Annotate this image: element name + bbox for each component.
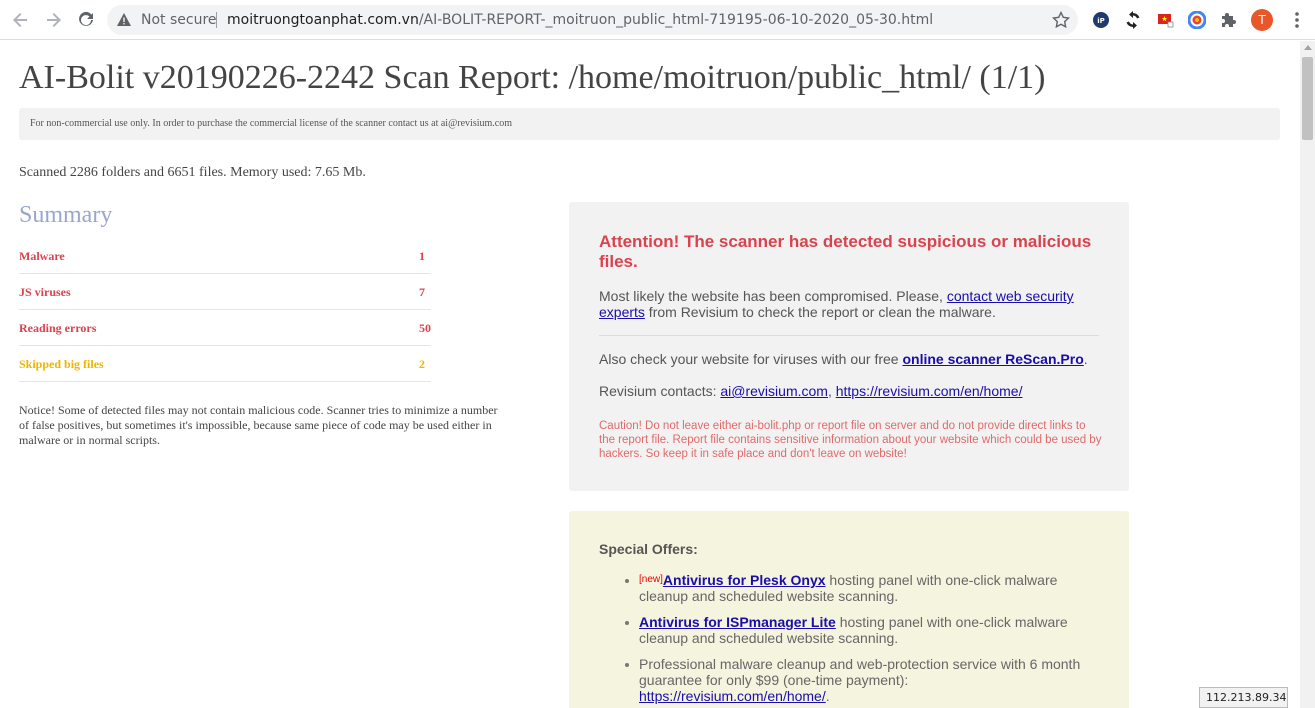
summary-row-reading-errors: Reading errors 50 xyxy=(19,310,431,346)
profile-avatar[interactable]: T xyxy=(1251,9,1273,31)
ip-extension-icon[interactable]: iP xyxy=(1091,10,1111,30)
reload-icon xyxy=(79,11,93,26)
summary-row-malware: Malware 1 xyxy=(19,238,431,274)
report-page: AI-Bolit v20190226-2242 Scan Report: /ho… xyxy=(0,41,1300,708)
security-indicator[interactable]: Not secure xyxy=(141,12,217,28)
kebab-menu-icon[interactable] xyxy=(1290,10,1304,30)
color-extension-icon[interactable] xyxy=(1187,10,1207,30)
summary-table: Malware 1 JS viruses 7 Reading errors 50… xyxy=(19,238,431,382)
reload-button[interactable] xyxy=(70,4,102,36)
text: , xyxy=(827,383,836,399)
license-note: For non-commercial use only. In order to… xyxy=(19,108,1280,140)
url-host: moitruongtoanphat.com.vn xyxy=(227,12,419,28)
scroll-up-icon[interactable] xyxy=(1304,45,1312,50)
list-item: [new]Antivirus for Plesk Onyx hosting pa… xyxy=(625,572,1089,604)
contacts-message: Revisium contacts: ai@revisium.com, http… xyxy=(599,383,1109,399)
website-link[interactable]: https://revisium.com/en/home/ xyxy=(836,383,1023,399)
back-button[interactable] xyxy=(5,4,37,36)
offers-list: [new]Antivirus for Plesk Onyx hosting pa… xyxy=(625,572,1089,708)
text: Also check your website for viruses with… xyxy=(599,351,903,367)
page-title: AI-Bolit v20190226-2242 Scan Report: /ho… xyxy=(19,59,1046,96)
summary-count: 2 xyxy=(419,357,425,371)
divider xyxy=(599,335,1099,336)
false-positive-notice: Notice! Some of detected files may not c… xyxy=(19,403,498,447)
arrow-right-icon xyxy=(47,13,61,27)
list-item: Professional malware cleanup and web-pro… xyxy=(625,656,1089,704)
warning-triangle-icon xyxy=(117,13,131,26)
special-offers-box: Special Offers: [new]Antivirus for Plesk… xyxy=(569,511,1129,708)
text: from Revisium to check the report or cle… xyxy=(644,304,996,320)
email-link[interactable]: ai@revisium.com xyxy=(720,383,828,399)
compromise-message: Most likely the website has been comprom… xyxy=(599,288,1099,320)
arrow-left-icon xyxy=(13,13,27,27)
summary-label: Reading errors xyxy=(19,321,97,335)
forward-button[interactable] xyxy=(37,4,69,36)
caution-text: Caution! Do not leave either ai-bolit.ph… xyxy=(599,420,1102,460)
summary-label: JS viruses xyxy=(19,285,71,299)
vertical-scrollbar[interactable] xyxy=(1300,41,1315,708)
summary-label: Malware xyxy=(19,249,65,263)
scroll-thumb[interactable] xyxy=(1302,57,1313,140)
summary-label: Skipped big files xyxy=(19,357,104,371)
rescan-link[interactable]: online scanner ReScan.Pro xyxy=(902,351,1083,367)
attention-box: Attention! The scanner has detected susp… xyxy=(569,202,1129,491)
rescan-message: Also check your website for viruses with… xyxy=(599,351,1109,367)
summary-row-skipped-big-files: Skipped big files 2 xyxy=(19,346,431,382)
new-badge: [new] xyxy=(639,574,663,585)
summary-count: 1 xyxy=(419,249,425,263)
summary-count: 50 xyxy=(419,321,431,335)
revisium-home-link[interactable]: https://revisium.com/en/home/ xyxy=(639,688,826,704)
browser-toolbar: Not secure moitruongtoanphat.com.vn/AI-B… xyxy=(0,0,1315,40)
summary-count: 7 xyxy=(419,285,425,299)
summary-heading: Summary xyxy=(19,202,113,228)
scan-stats: Scanned 2286 folders and 6651 files. Mem… xyxy=(19,165,366,180)
text: Professional malware cleanup and web-pro… xyxy=(639,656,1081,688)
summary-row-js-viruses: JS viruses 7 xyxy=(19,274,431,310)
bookmark-star-icon[interactable] xyxy=(1052,11,1070,29)
svg-text:iP: iP xyxy=(1097,17,1105,25)
address-bar[interactable]: Not secure moitruongtoanphat.com.vn/AI-B… xyxy=(107,5,1078,35)
ip-address-badge: 112.213.89.34 xyxy=(1199,687,1288,708)
offers-heading: Special Offers: xyxy=(599,541,698,557)
text: Revisium contacts: xyxy=(599,383,721,399)
omnibox-divider xyxy=(216,12,217,28)
ispmanager-antivirus-link[interactable]: Antivirus for ISPmanager Lite xyxy=(639,614,836,630)
list-item: Antivirus for ISPmanager Lite hosting pa… xyxy=(625,614,1089,646)
plesk-antivirus-link[interactable]: Antivirus for Plesk Onyx xyxy=(663,572,826,588)
text: Most likely the website has been comprom… xyxy=(599,288,947,304)
text: . xyxy=(1083,351,1088,367)
url-path: /AI-BOLIT-REPORT-_moitruon_public_html-7… xyxy=(418,12,934,28)
text: . xyxy=(825,688,830,704)
attention-heading: Attention! The scanner has detected susp… xyxy=(599,232,1092,271)
flag-extension-icon[interactable] xyxy=(1155,10,1175,30)
puzzle-extensions-icon[interactable] xyxy=(1219,10,1239,30)
url-text[interactable]: moitruongtoanphat.com.vn/AI-BOLIT-REPORT… xyxy=(227,12,933,28)
sync-extension-icon[interactable] xyxy=(1123,10,1143,30)
